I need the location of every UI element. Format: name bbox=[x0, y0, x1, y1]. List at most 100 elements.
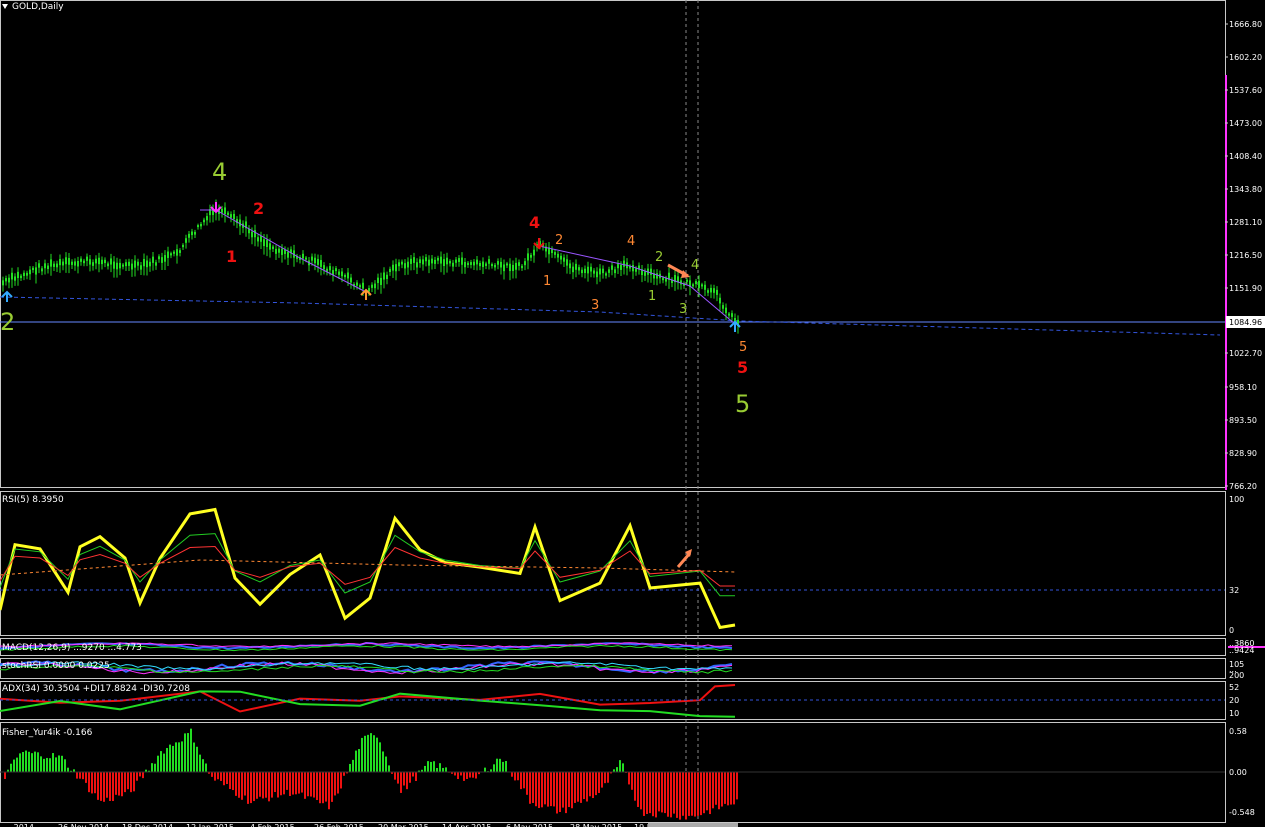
fisher-bar bbox=[583, 772, 585, 800]
fisher-bar bbox=[28, 751, 30, 772]
fisher-bar bbox=[307, 772, 309, 797]
candle-body bbox=[20, 275, 22, 279]
fisher-bar bbox=[463, 772, 465, 781]
candle-body bbox=[566, 259, 568, 266]
candle-body bbox=[386, 274, 388, 279]
price-axis-label: 958.10 bbox=[1229, 383, 1257, 392]
fisher-bar bbox=[178, 742, 180, 772]
candle-body bbox=[254, 230, 256, 238]
candle-body bbox=[611, 265, 613, 270]
fisher-bar bbox=[328, 772, 330, 810]
time-axis-label: 18 Dec 2014 bbox=[122, 823, 173, 827]
fisher-bar bbox=[292, 772, 294, 795]
fisher-bar bbox=[193, 742, 195, 772]
time-axis-label: 26 Nov 2014 bbox=[58, 823, 109, 827]
fisher-bar bbox=[40, 756, 42, 772]
candle-body bbox=[323, 265, 325, 270]
fisher-bar bbox=[532, 772, 534, 803]
fisher-bar bbox=[472, 772, 474, 778]
fisher-bar bbox=[682, 772, 684, 816]
candle-body bbox=[725, 307, 727, 314]
candle-body bbox=[269, 243, 271, 250]
fisher-bar bbox=[400, 772, 402, 793]
fisher-bar bbox=[466, 772, 468, 779]
candle-body bbox=[431, 258, 433, 264]
price-axis-label: 766.20 bbox=[1229, 482, 1257, 491]
candle-body bbox=[458, 258, 460, 262]
fisher-bar bbox=[322, 772, 324, 804]
fisher-bar bbox=[280, 772, 282, 796]
candle-body bbox=[131, 263, 133, 270]
fisher-bar bbox=[49, 758, 51, 772]
candle-body bbox=[263, 239, 265, 247]
wave-label: 1 bbox=[648, 289, 656, 304]
time-axis-label: 14 Apr 2015 bbox=[442, 823, 491, 827]
fisher-bar bbox=[271, 772, 273, 798]
candle-body bbox=[590, 266, 592, 272]
fisher-histogram bbox=[0, 728, 1225, 820]
candle-body bbox=[17, 271, 19, 279]
fisher-bar bbox=[274, 772, 276, 793]
fisher-bar bbox=[598, 772, 600, 793]
candle-body bbox=[449, 260, 451, 264]
fisher-bar bbox=[574, 772, 576, 803]
candle-body bbox=[275, 248, 277, 254]
fisher-bar bbox=[412, 772, 414, 777]
fisher-bar bbox=[67, 767, 69, 772]
candle-body bbox=[422, 259, 424, 265]
adx-axis-label: 20 bbox=[1229, 696, 1239, 705]
candle-body bbox=[137, 261, 139, 266]
fisher-bar bbox=[622, 763, 624, 772]
fisher-bar bbox=[13, 759, 15, 772]
fisher-bar bbox=[244, 772, 246, 796]
fisher-bar bbox=[712, 772, 714, 809]
trading-chart[interactable]: GOLD,Daily 4 2 5 2 1 4 5 2 1 3 4 5 2 1 3… bbox=[0, 0, 1265, 827]
scroll-marker[interactable] bbox=[1225, 75, 1227, 490]
candle-body bbox=[200, 223, 202, 227]
fisher-bar bbox=[580, 772, 582, 803]
fisher-bar bbox=[484, 767, 486, 772]
rsi-axis-label: 32 bbox=[1229, 586, 1239, 595]
wave-label: 2 bbox=[0, 308, 15, 336]
candle-body bbox=[599, 268, 601, 275]
candle-body bbox=[272, 246, 274, 249]
candle-body bbox=[419, 259, 421, 264]
fisher-bar bbox=[475, 772, 477, 779]
fisher-bar bbox=[109, 772, 111, 801]
candle-body bbox=[533, 249, 535, 256]
candle-body bbox=[56, 263, 58, 268]
candle-body bbox=[719, 297, 721, 304]
candle-body bbox=[8, 277, 10, 283]
fisher-bar bbox=[568, 772, 570, 808]
fisher-bar bbox=[406, 772, 408, 790]
fisher-bar bbox=[136, 772, 138, 781]
fisher-bar bbox=[496, 758, 498, 772]
candle-body bbox=[416, 262, 418, 268]
candle-body bbox=[125, 262, 127, 267]
fisher-bar bbox=[358, 749, 360, 772]
candle-body bbox=[104, 259, 106, 264]
candle-body bbox=[635, 268, 637, 272]
candle-body bbox=[89, 259, 91, 265]
fisher-bar bbox=[706, 772, 708, 811]
fisher-bar bbox=[634, 772, 636, 801]
candle-body bbox=[152, 256, 154, 263]
fisher-bar bbox=[661, 772, 663, 813]
fisher-bar bbox=[226, 772, 228, 785]
price-axis-label: 1408.40 bbox=[1229, 152, 1262, 161]
candle-body bbox=[98, 257, 100, 265]
panel-frames bbox=[0, 0, 1226, 823]
candle-body bbox=[476, 259, 478, 265]
fisher-bar bbox=[250, 772, 252, 804]
fisher-title: Fisher_Yur4ik -0.166 bbox=[2, 728, 93, 738]
fisher-bar bbox=[616, 767, 618, 772]
fisher-bar bbox=[649, 772, 651, 814]
chart-menu-icon[interactable] bbox=[2, 4, 8, 9]
candle-body bbox=[2, 280, 4, 286]
stoch-lines bbox=[0, 660, 733, 675]
candle-body bbox=[206, 216, 208, 221]
price-axis-label: 893.50 bbox=[1229, 416, 1257, 425]
fisher-bar bbox=[313, 772, 315, 798]
candle-body bbox=[692, 284, 694, 287]
fisher-bar bbox=[436, 767, 438, 772]
